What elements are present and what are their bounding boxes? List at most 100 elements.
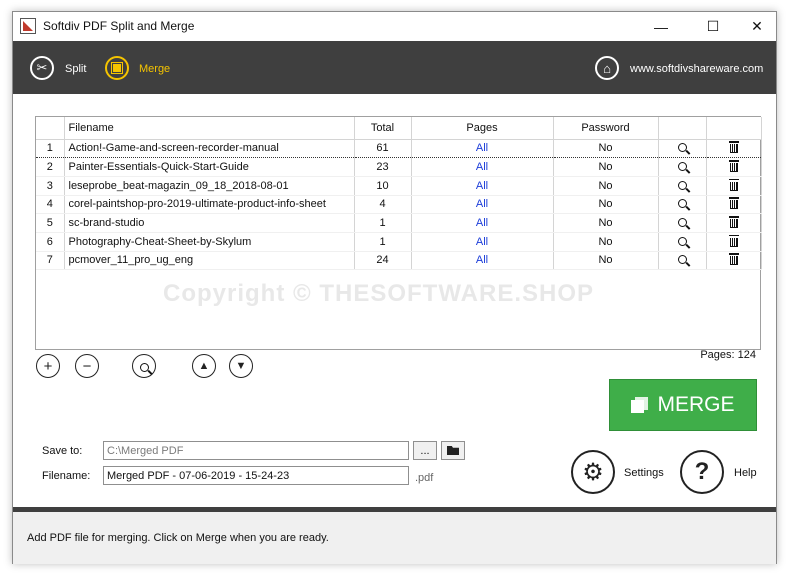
row-total: 10 xyxy=(354,176,412,196)
row-delete[interactable] xyxy=(706,138,762,159)
row-pages[interactable]: All xyxy=(411,138,554,159)
split-tab[interactable]: Split xyxy=(65,63,86,75)
scissors-icon[interactable]: ✂ xyxy=(30,56,54,80)
row-pages[interactable]: All xyxy=(411,232,554,252)
row-number: 2 xyxy=(36,157,65,177)
trash-icon[interactable] xyxy=(728,160,739,173)
row-password[interactable]: No xyxy=(553,138,659,159)
merge-tab[interactable]: Merge xyxy=(139,63,170,75)
trash-icon[interactable] xyxy=(728,234,739,247)
row-filename: Photography-Cheat-Sheet-by-Skylum xyxy=(64,232,355,252)
table-row[interactable]: 5 sc-brand-studio 1 All No xyxy=(36,213,762,233)
col-total[interactable]: Total xyxy=(354,117,412,140)
move-up-button[interactable]: ▲ xyxy=(192,354,216,378)
maximize-button[interactable]: ☐ xyxy=(690,12,736,41)
row-pages[interactable]: All xyxy=(411,213,554,233)
merge-button-label: MERGE xyxy=(657,393,735,416)
browse-button[interactable]: ... xyxy=(413,441,437,460)
move-down-button[interactable]: ▼ xyxy=(229,354,253,378)
row-filename: Painter-Essentials-Quick-Start-Guide xyxy=(64,157,355,177)
trash-icon[interactable] xyxy=(728,141,739,154)
window-title: Softdiv PDF Split and Merge xyxy=(43,19,195,33)
search-icon[interactable] xyxy=(677,236,687,246)
row-preview[interactable] xyxy=(658,138,707,159)
row-delete[interactable] xyxy=(706,176,762,196)
row-delete[interactable] xyxy=(706,157,762,177)
row-number: 3 xyxy=(36,176,65,196)
row-pages[interactable]: All xyxy=(411,157,554,177)
row-delete[interactable] xyxy=(706,232,762,252)
search-icon[interactable] xyxy=(677,143,687,153)
row-total: 1 xyxy=(354,213,412,233)
row-password[interactable]: No xyxy=(553,157,659,177)
row-number: 4 xyxy=(36,195,65,215)
add-file-button[interactable]: + xyxy=(36,354,60,378)
filename-input[interactable] xyxy=(103,466,409,485)
website-link[interactable]: www.softdivshareware.com xyxy=(630,63,763,75)
row-delete[interactable] xyxy=(706,195,762,215)
search-icon[interactable] xyxy=(677,218,687,228)
col-password[interactable]: Password xyxy=(553,117,659,140)
row-pages[interactable]: All xyxy=(411,251,554,271)
minimize-button[interactable]: — xyxy=(638,12,684,41)
row-filename: leseprobe_beat-magazin_09_18_2018-08-01 xyxy=(64,176,355,196)
merge-tab-icon[interactable] xyxy=(105,56,129,80)
row-pages[interactable]: All xyxy=(411,176,554,196)
col-filename[interactable]: Filename xyxy=(64,117,355,140)
table-row[interactable]: 4 corel-paintshop-pro-2019-ultimate-produ… xyxy=(36,195,762,215)
row-delete[interactable] xyxy=(706,251,762,271)
folder-icon xyxy=(447,446,459,455)
row-password[interactable]: No xyxy=(553,232,659,252)
help-label[interactable]: Help xyxy=(734,467,757,479)
trash-icon[interactable] xyxy=(728,253,739,266)
save-to-input[interactable] xyxy=(103,441,409,460)
row-delete[interactable] xyxy=(706,213,762,233)
col-pages[interactable]: Pages xyxy=(411,117,554,140)
trash-icon[interactable] xyxy=(728,216,739,229)
table-header: Filename Total Pages Password xyxy=(36,117,762,140)
settings-gear-icon[interactable]: ⚙ xyxy=(571,450,615,494)
close-button[interactable]: ✕ xyxy=(734,12,780,41)
preview-button[interactable] xyxy=(132,354,156,378)
row-filename: sc-brand-studio xyxy=(64,213,355,233)
row-preview[interactable] xyxy=(658,157,707,177)
remove-file-button[interactable]: − xyxy=(75,354,99,378)
row-preview[interactable] xyxy=(658,176,707,196)
row-password[interactable]: No xyxy=(553,195,659,215)
watermark: Copyright © THESOFTWARE.SHOP xyxy=(163,280,595,307)
help-icon[interactable]: ? xyxy=(680,450,724,494)
settings-label[interactable]: Settings xyxy=(624,467,664,479)
col-number xyxy=(36,117,65,140)
home-icon[interactable]: ⌂ xyxy=(595,56,619,80)
search-icon[interactable] xyxy=(677,255,687,265)
row-preview[interactable] xyxy=(658,232,707,252)
merge-button[interactable]: MERGE xyxy=(609,379,757,431)
app-window: Softdiv PDF Split and Merge — ☐ ✕ ✂ Spli… xyxy=(12,11,777,564)
row-number: 6 xyxy=(36,232,65,252)
row-password[interactable]: No xyxy=(553,176,659,196)
search-icon xyxy=(139,362,149,372)
table-row[interactable]: 1 Action!-Game-and-screen-recorder-manual… xyxy=(36,138,762,159)
app-logo-icon xyxy=(20,18,36,34)
search-icon[interactable] xyxy=(677,180,687,190)
row-preview[interactable] xyxy=(658,195,707,215)
trash-icon[interactable] xyxy=(728,178,739,191)
row-password[interactable]: No xyxy=(553,213,659,233)
row-preview[interactable] xyxy=(658,251,707,271)
toolbar: ✂ Split Merge ⌂ www.softdivshareware.com xyxy=(13,41,776,94)
trash-icon[interactable] xyxy=(728,197,739,210)
table-row[interactable]: 2 Painter-Essentials-Quick-Start-Guide 23 A… xyxy=(36,157,762,177)
table-row[interactable]: 3 leseprobe_beat-magazin_09_18_2018-08-01… xyxy=(36,176,762,196)
table-row[interactable]: 7 pcmover_11_pro_ug_eng 24 All No xyxy=(36,251,762,271)
search-icon[interactable] xyxy=(677,199,687,209)
search-icon[interactable] xyxy=(677,162,687,172)
open-folder-button[interactable] xyxy=(441,441,465,460)
file-table: Filename Total Pages Password 1 Action!-G… xyxy=(35,116,762,350)
status-bar: Add PDF file for merging. Click on Merge… xyxy=(13,512,776,564)
table-row[interactable]: 6 Photography-Cheat-Sheet-by-Skylum 1 All No xyxy=(36,232,762,252)
row-pages[interactable]: All xyxy=(411,195,554,215)
pages-total: Pages: 124 xyxy=(700,349,756,361)
row-total: 24 xyxy=(354,251,412,271)
row-password[interactable]: No xyxy=(553,251,659,271)
row-preview[interactable] xyxy=(658,213,707,233)
